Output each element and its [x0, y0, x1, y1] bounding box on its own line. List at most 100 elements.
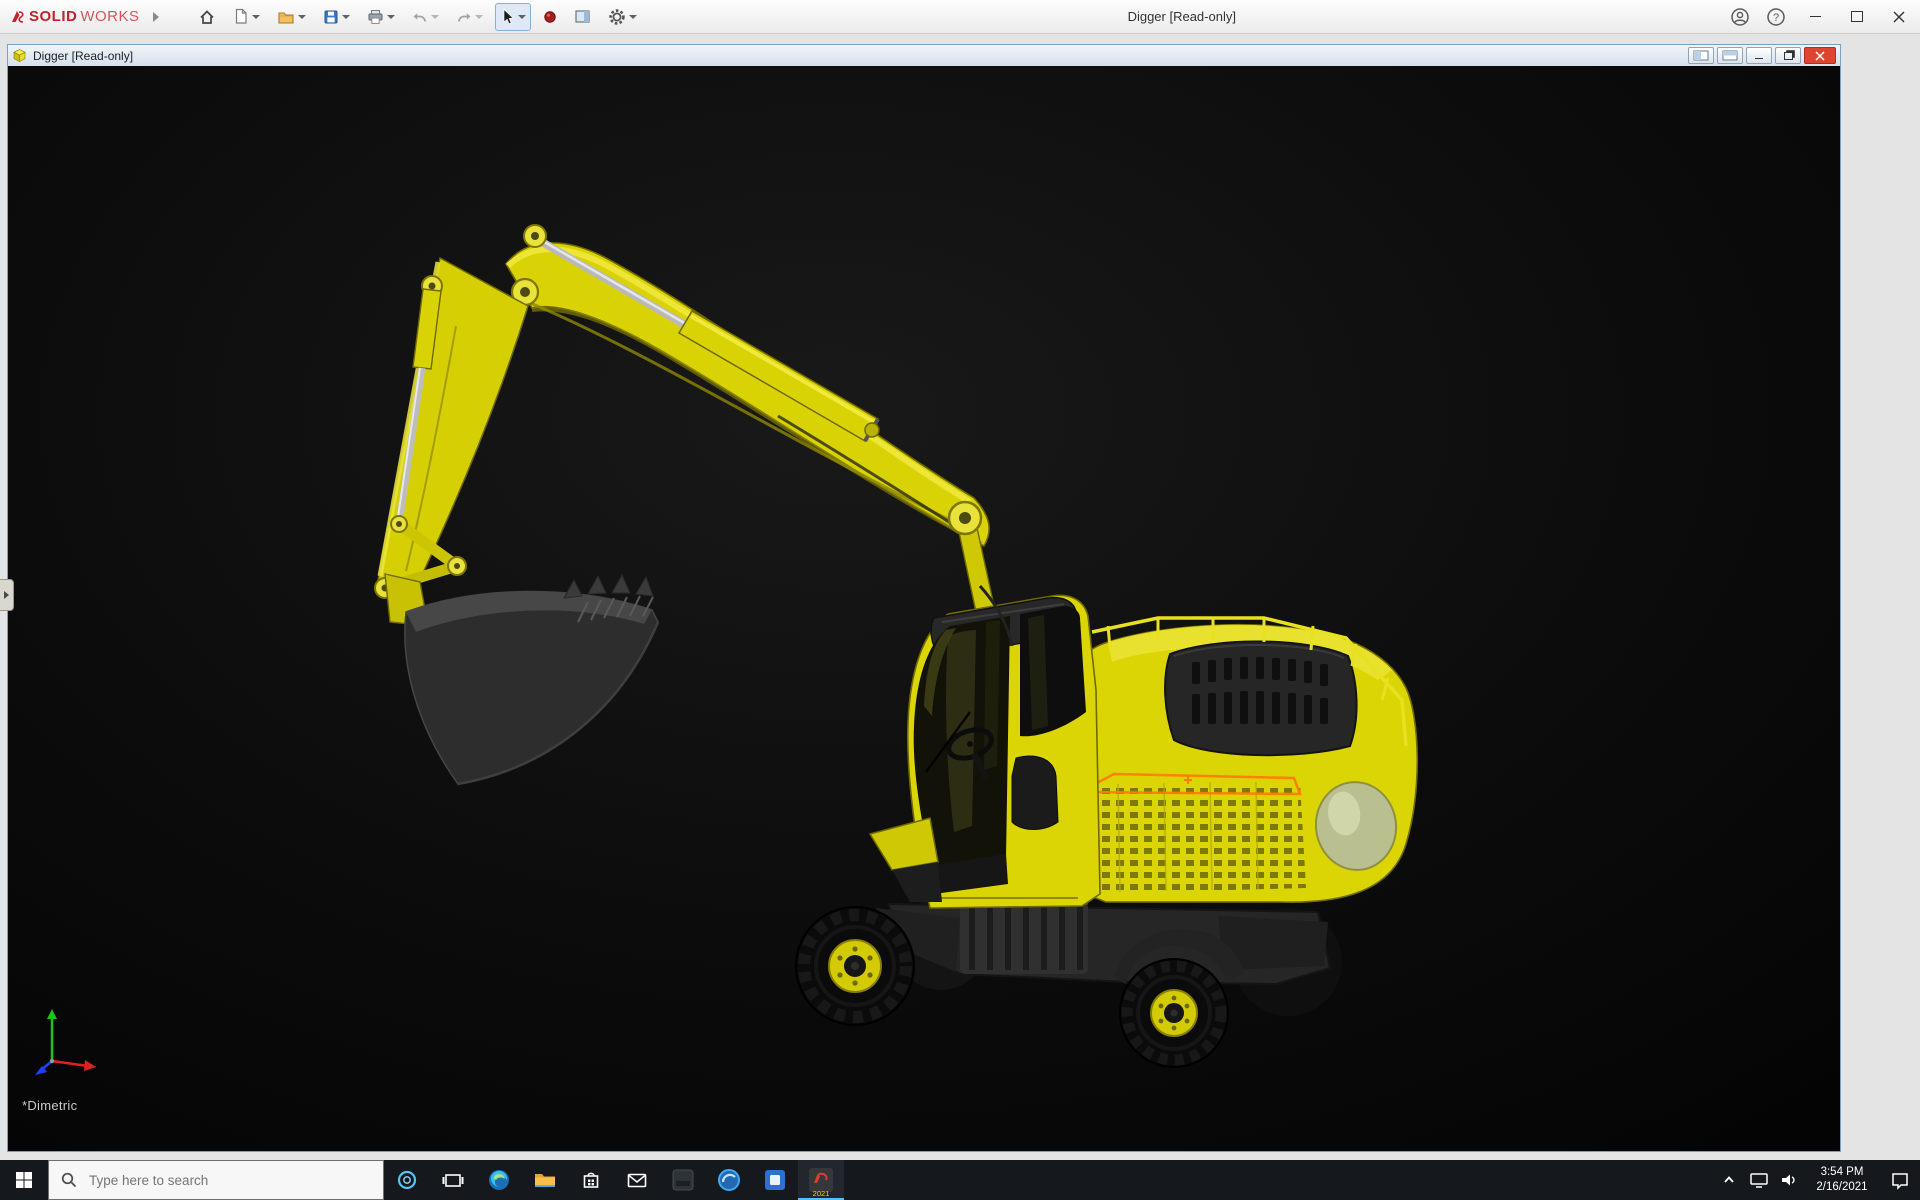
home-button[interactable] [193, 3, 221, 31]
round-app-button[interactable] [706, 1160, 752, 1200]
taskbar-search[interactable] [48, 1160, 384, 1200]
volume-tray-button[interactable] [1774, 1160, 1804, 1200]
redo-icon [456, 9, 472, 25]
solidworks-menu[interactable]: SOLIDWORKS [10, 8, 159, 25]
bucket-group[interactable] [385, 574, 658, 784]
taskbar-clock[interactable]: 3:54 PM 2/16/2021 [1804, 1160, 1880, 1200]
home-icon [198, 8, 216, 26]
wheel-front-left[interactable] [796, 907, 914, 1025]
doc-split-horizontal-button[interactable] [1717, 47, 1743, 64]
store-button[interactable] [568, 1160, 614, 1200]
save-icon [323, 9, 339, 25]
app-titlebar: SOLIDWORKS [0, 0, 1920, 34]
save-button[interactable] [318, 3, 355, 31]
dark-app-tile-icon [671, 1168, 695, 1192]
display-tray-button[interactable] [1744, 1160, 1774, 1200]
round-app-icon [717, 1168, 741, 1192]
x-axis-arrow [84, 1060, 96, 1071]
mail-button[interactable] [614, 1160, 660, 1200]
task-pane-button[interactable] [569, 3, 596, 31]
help-button[interactable]: ? [1758, 0, 1794, 34]
store-icon [579, 1168, 603, 1192]
dropdown-caret-icon[interactable] [298, 15, 306, 19]
wheel-rear-left[interactable] [1120, 959, 1228, 1067]
digger-3d-model[interactable] [8, 66, 1840, 1151]
select-tool-button[interactable] [495, 3, 531, 31]
doc-close-button[interactable] [1804, 47, 1836, 64]
dropdown-caret-icon[interactable] [387, 15, 395, 19]
graphics-viewport[interactable]: *Dimetric [8, 66, 1840, 1151]
options-gear-icon [608, 8, 626, 26]
tray-caret-icon [1721, 1172, 1737, 1188]
dropdown-caret-icon[interactable] [475, 15, 483, 19]
cortana-icon [396, 1169, 418, 1191]
clock-time: 3:54 PM [1821, 1165, 1864, 1180]
view-orientation-label: *Dimetric [22, 1098, 77, 1113]
record-sphere-icon [543, 10, 557, 24]
app-window-title: Digger [Read-only] [642, 9, 1722, 24]
brand-text-solid: SOLID [29, 8, 77, 25]
select-arrow-icon [500, 8, 515, 25]
blue-app-button[interactable] [752, 1160, 798, 1200]
action-center-button[interactable] [1880, 1160, 1920, 1200]
record-button[interactable] [538, 3, 562, 31]
dropdown-caret-icon[interactable] [431, 15, 439, 19]
boom-group[interactable] [506, 243, 989, 546]
titlebar-controls: ? [1722, 0, 1920, 34]
stick-group[interactable] [378, 258, 528, 596]
cortana-button[interactable] [384, 1160, 430, 1200]
solidworks-taskbar-button[interactable]: 2021 [798, 1160, 844, 1200]
edge-icon [487, 1168, 511, 1192]
joint-pin [520, 287, 530, 297]
dropdown-caret-icon[interactable] [629, 15, 637, 19]
brand-expand-arrow-icon[interactable] [153, 12, 159, 22]
redo-button[interactable] [451, 3, 488, 31]
doc-minimize-button[interactable] [1746, 47, 1772, 64]
dark-app-tile-button[interactable] [660, 1160, 706, 1200]
file-explorer-button[interactable] [522, 1160, 568, 1200]
task-view-icon [441, 1168, 465, 1192]
options-button[interactable] [603, 3, 642, 31]
quick-access-toolbar [193, 3, 642, 31]
hydraulic-cylinder-stick[interactable] [541, 240, 879, 441]
undo-icon [412, 9, 428, 25]
perforated-panel [1072, 782, 1306, 894]
start-icon [15, 1171, 33, 1189]
joint-pin [531, 232, 539, 240]
cab-group[interactable] [870, 595, 1100, 908]
display-icon [1749, 1171, 1769, 1189]
dropdown-caret-icon[interactable] [518, 15, 526, 19]
user-account-button[interactable] [1722, 0, 1758, 34]
edge-button[interactable] [476, 1160, 522, 1200]
undo-button[interactable] [407, 3, 444, 31]
doc-split-vertical-button[interactable] [1688, 47, 1714, 64]
featuremanager-flyout-tab[interactable] [0, 579, 14, 611]
task-view-button[interactable] [430, 1160, 476, 1200]
user-account-icon [1730, 7, 1750, 27]
document-window-buttons [1688, 47, 1836, 64]
volume-icon [1779, 1171, 1799, 1189]
dropdown-caret-icon[interactable] [252, 15, 260, 19]
start-button[interactable] [0, 1160, 48, 1200]
app-minimize-button[interactable] [1794, 0, 1836, 34]
print-button[interactable] [362, 3, 400, 31]
orientation-triad[interactable] [30, 1005, 102, 1077]
seat[interactable] [1012, 756, 1058, 829]
new-document-button[interactable] [228, 3, 265, 31]
print-icon [367, 9, 384, 25]
file-explorer-icon [533, 1168, 557, 1192]
body-group[interactable] [1066, 617, 1417, 902]
engine-cover[interactable] [1165, 641, 1357, 755]
document-titlebar[interactable]: Digger [Read-only] [8, 45, 1840, 67]
doc-restore-button[interactable] [1775, 47, 1801, 64]
search-input[interactable] [87, 1172, 361, 1189]
app-maximize-button[interactable] [1836, 0, 1878, 34]
dropdown-caret-icon[interactable] [342, 15, 350, 19]
open-button[interactable] [272, 3, 311, 31]
app-close-button[interactable] [1878, 0, 1920, 34]
split-vertical-icon [1693, 50, 1709, 61]
help-icon: ? [1766, 7, 1786, 27]
front-fender[interactable] [870, 818, 938, 870]
system-tray: 3:54 PM 2/16/2021 [1714, 1160, 1920, 1200]
tray-expand-button[interactable] [1714, 1160, 1744, 1200]
